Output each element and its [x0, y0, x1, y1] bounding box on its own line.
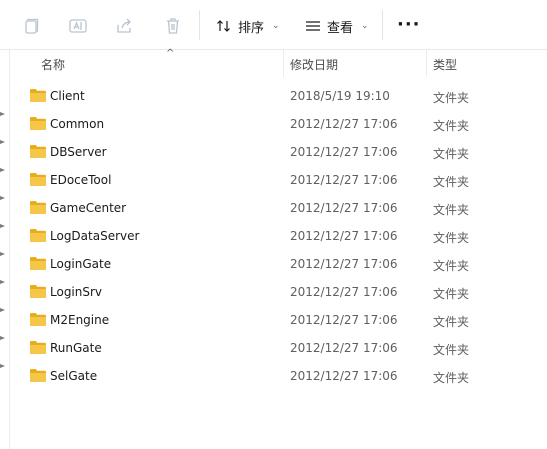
file-type: 文件夹	[433, 259, 470, 273]
list-item[interactable]: Client 2018/5/19 19:10 文件夹	[11, 82, 547, 110]
list-item[interactable]: GameCenter 2012/12/27 17:06 文件夹	[11, 194, 547, 222]
file-date: 2012/12/27 17:06	[290, 285, 398, 299]
file-name: LoginGate	[50, 257, 112, 271]
chevron-down-icon: ⌄	[361, 21, 369, 31]
pin-icon	[0, 195, 6, 201]
file-date: 2012/12/27 17:06	[290, 145, 398, 159]
navigation-pane	[0, 50, 10, 449]
view-button[interactable]: 查看 ⌄	[305, 14, 369, 38]
file-date: 2012/12/27 17:06	[290, 173, 398, 187]
file-date: 2012/12/27 17:06	[290, 257, 398, 271]
file-name: RunGate	[50, 341, 102, 355]
file-date: 2012/12/27 17:06	[290, 313, 398, 327]
column-divider[interactable]	[283, 50, 284, 77]
file-name: LogDataServer	[50, 229, 140, 243]
folder-icon	[29, 172, 47, 187]
folder-icon	[29, 228, 47, 243]
folder-icon	[29, 116, 47, 131]
delete-icon[interactable]	[162, 15, 184, 37]
file-type: 文件夹	[433, 287, 470, 301]
file-type: 文件夹	[433, 231, 470, 245]
list-item[interactable]: DBServer 2012/12/27 17:06 文件夹	[11, 138, 547, 166]
pin-icon	[0, 307, 6, 313]
file-date: 2012/12/27 17:06	[290, 201, 398, 215]
view-icon	[305, 18, 321, 34]
view-label: 查看	[327, 20, 354, 36]
file-date: 2012/12/27 17:06	[290, 117, 398, 131]
file-date: 2018/5/19 19:10	[290, 89, 390, 103]
pin-icon	[0, 111, 6, 117]
file-type: 文件夹	[433, 175, 470, 189]
list-item[interactable]: LogDataServer 2012/12/27 17:06 文件夹	[11, 222, 547, 250]
file-name: GameCenter	[50, 201, 127, 215]
command-bar: 排序 ⌄ 查看 ⌄ ···	[0, 0, 547, 50]
column-type[interactable]: 类型	[433, 56, 457, 73]
file-list: Client 2018/5/19 19:10 文件夹 Common 2012/1…	[11, 82, 547, 390]
column-divider[interactable]	[426, 50, 427, 77]
file-name: M2Engine	[50, 313, 110, 327]
toolbar-divider	[382, 10, 383, 40]
folder-icon	[29, 284, 47, 299]
file-type: 文件夹	[433, 91, 470, 105]
file-name: Client	[50, 89, 85, 103]
file-date: 2012/12/27 17:06	[290, 229, 398, 243]
sort-ascending-icon: ^	[166, 48, 175, 59]
list-item[interactable]: SelGate 2012/12/27 17:06 文件夹	[11, 362, 547, 390]
pin-icon	[0, 363, 6, 369]
file-name: Common	[50, 117, 105, 131]
list-item[interactable]: EDoceTool 2012/12/27 17:06 文件夹	[11, 166, 547, 194]
folder-icon	[29, 144, 47, 159]
pin-icon	[0, 251, 6, 257]
file-type: 文件夹	[433, 371, 470, 385]
file-type: 文件夹	[433, 119, 470, 133]
chevron-down-icon: ⌄	[272, 21, 280, 31]
folder-icon	[29, 88, 47, 103]
column-name[interactable]: 名称	[41, 56, 65, 73]
sort-button[interactable]: 排序 ⌄	[216, 14, 280, 38]
file-name: LoginSrv	[50, 285, 103, 299]
file-date: 2012/12/27 17:06	[290, 369, 398, 383]
file-type: 文件夹	[433, 343, 470, 357]
more-options-button[interactable]: ···	[397, 16, 421, 34]
pin-icon	[0, 223, 6, 229]
folder-icon	[29, 368, 47, 383]
copy-icon[interactable]	[20, 15, 42, 37]
column-header: ^ 名称 修改日期 类型	[11, 48, 547, 78]
folder-icon	[29, 340, 47, 355]
list-item[interactable]: LoginGate 2012/12/27 17:06 文件夹	[11, 250, 547, 278]
sort-label: 排序	[238, 20, 265, 36]
sort-icon	[216, 18, 232, 34]
file-date: 2012/12/27 17:06	[290, 341, 398, 355]
folder-icon	[29, 256, 47, 271]
pin-icon	[0, 279, 6, 285]
list-item[interactable]: RunGate 2012/12/27 17:06 文件夹	[11, 334, 547, 362]
file-name: DBServer	[50, 145, 107, 159]
file-type: 文件夹	[433, 203, 470, 217]
list-item[interactable]: LoginSrv 2012/12/27 17:06 文件夹	[11, 278, 547, 306]
pin-icon	[0, 167, 6, 173]
toolbar-divider	[199, 10, 200, 40]
file-name: SelGate	[50, 369, 98, 383]
folder-icon	[29, 200, 47, 215]
folder-icon	[29, 312, 47, 327]
file-type: 文件夹	[433, 315, 470, 329]
file-name: EDoceTool	[50, 173, 112, 187]
pin-icon	[0, 335, 6, 341]
share-icon[interactable]	[114, 15, 136, 37]
pin-icon	[0, 139, 6, 145]
column-date[interactable]: 修改日期	[290, 56, 338, 73]
list-item[interactable]: Common 2012/12/27 17:06 文件夹	[11, 110, 547, 138]
rename-icon[interactable]	[67, 15, 89, 37]
list-item[interactable]: M2Engine 2012/12/27 17:06 文件夹	[11, 306, 547, 334]
file-type: 文件夹	[433, 147, 470, 161]
